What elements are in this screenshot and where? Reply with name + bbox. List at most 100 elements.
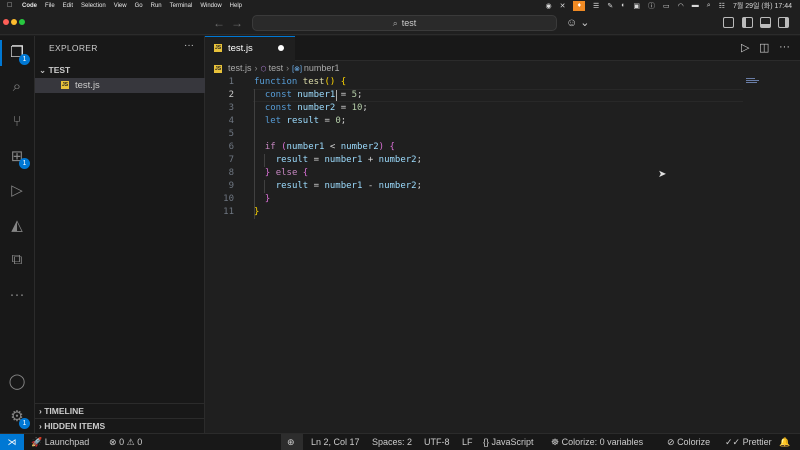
arrow-left-icon[interactable]: ← (213, 16, 225, 30)
remote-indicator-icon[interactable]: ⋊ (0, 434, 24, 450)
status-bar: ⋊ 🚀 Launchpad ⊗ 0 ⚠ 0 ⊕ Ln 2, Col 17 Spa… (0, 433, 800, 450)
minimap[interactable] (746, 78, 760, 88)
folder-row[interactable]: ⌄ TEST (35, 63, 205, 77)
reader-icon[interactable]: ☰ (593, 2, 599, 10)
prettier-item[interactable]: ✓✓ Prettier (725, 434, 772, 450)
breadcrumb-file[interactable]: test.js (228, 63, 252, 73)
menu-edit[interactable]: Edit (63, 3, 73, 9)
pen-icon[interactable]: ✎ (607, 2, 613, 10)
search-icon: ⌕ (392, 18, 398, 28)
copilot-icon[interactable]: ☺ ⌄ (566, 16, 590, 29)
title-bar: ← → ⌕ test ☺ ⌄ (0, 11, 800, 35)
apple-icon[interactable]:  (7, 2, 17, 9)
split-editor-icon[interactable]: ◫ (759, 41, 769, 54)
zoom-item[interactable]: ⊕ (281, 434, 303, 450)
hidden-items-section[interactable]: › HIDDEN ITEMS (35, 418, 205, 432)
menu-window[interactable]: Window (200, 3, 221, 9)
more-actions-icon[interactable]: ··· (184, 40, 194, 51)
extensions-icon[interactable]: ⊞ 1 (7, 147, 30, 169)
code-editor[interactable]: 1 2 3 4 5 6 7 8 9 10 11 function test() … (205, 75, 800, 433)
code-line: } (254, 207, 260, 217)
app-icon[interactable]: ◐ (621, 2, 625, 9)
launchpad-item[interactable]: 🚀 Launchpad (31, 434, 89, 450)
line-number: 2 (228, 90, 234, 100)
code-line: const number2 = 10; (264, 103, 368, 113)
menu-terminal[interactable]: Terminal (170, 3, 193, 9)
close-window-button[interactable] (3, 19, 9, 25)
toggle-panel-icon[interactable] (760, 17, 771, 28)
flame-icon[interactable]: ♦ (573, 0, 586, 11)
search-icon[interactable]: ⌕ (707, 2, 711, 10)
breadcrumb-function[interactable]: test (269, 63, 284, 73)
search-icon[interactable]: ⌕ (7, 77, 27, 97)
error-count: 0 (119, 437, 125, 447)
info-icon[interactable]: ⓘ (648, 1, 655, 11)
line-number: 8 (228, 168, 234, 178)
colorize-variables[interactable]: ☸ Colorize: 0 variables (551, 434, 643, 450)
menu-help[interactable]: Help (230, 3, 242, 9)
breadcrumb-variable[interactable]: number1 (304, 63, 340, 73)
toggle-secondary-sidebar-icon[interactable] (778, 17, 789, 28)
code-line: if (number1 < number2) { (264, 142, 395, 152)
status-record-icon[interactable]: ◉ (545, 2, 551, 10)
toggle-primary-sidebar-icon[interactable] (742, 17, 753, 28)
display-icon[interactable]: ▭ (663, 2, 670, 10)
macos-menubar:  Code File Edit Selection View Go Run T… (0, 0, 800, 11)
menu-view[interactable]: View (114, 3, 127, 9)
chevron-right-icon: › (286, 63, 290, 73)
line-number: 7 (228, 155, 234, 165)
minimize-window-button[interactable] (11, 19, 17, 25)
menubar-clock[interactable]: 7월 29일 (화) 17:44 (733, 1, 792, 11)
notifications-bell-icon[interactable]: 🔔 (779, 434, 790, 450)
file-row-test-js[interactable]: JS test.js (35, 78, 205, 93)
menu-app-code[interactable]: Code (22, 3, 37, 9)
rocket-icon: 🚀 (31, 437, 43, 447)
control-center-icon[interactable]: ☷ (719, 2, 725, 10)
settings-badge: 1 (19, 418, 30, 429)
colorize-toggle[interactable]: ⊘ Colorize (667, 434, 710, 450)
problems-item[interactable]: ⊗ 0 ⚠ 0 (109, 434, 142, 450)
clipboard-icon[interactable]: ▣ (633, 2, 640, 10)
more-icon[interactable]: ··· (7, 285, 27, 305)
more-actions-icon[interactable]: ··· (779, 41, 790, 53)
language-label: JavaScript (491, 437, 534, 447)
end-of-line[interactable]: LF (462, 434, 473, 450)
menu-file[interactable]: File (45, 3, 55, 9)
wifi-icon[interactable]: ◠ (678, 2, 684, 10)
variable-symbol-icon: [⊗] (292, 66, 302, 73)
arrow-right-icon[interactable]: → (231, 16, 243, 30)
unsaved-dot-icon[interactable] (278, 45, 284, 51)
javascript-file-icon: JS (214, 64, 222, 73)
cross-icon[interactable]: ✕ (560, 2, 566, 10)
menu-run[interactable]: Run (151, 3, 162, 9)
source-control-icon[interactable]: ⑂ (7, 112, 27, 132)
timeline-label: TIMELINE (44, 406, 84, 416)
zoom-window-button[interactable] (19, 19, 25, 25)
line-number: 5 (228, 129, 234, 139)
line-number: 11 (223, 207, 234, 217)
chevron-right-icon: › (39, 421, 42, 431)
language-mode[interactable]: {} JavaScript (483, 434, 534, 450)
encoding[interactable]: UTF-8 (424, 434, 450, 450)
settings-gear-icon[interactable]: ⚙ 1 (7, 407, 30, 429)
menu-go[interactable]: Go (135, 3, 143, 9)
run-icon[interactable]: ▷ (741, 41, 749, 54)
explorer-icon[interactable]: ❐ 1 (7, 43, 30, 65)
containers-icon[interactable]: ⧉ (7, 250, 27, 270)
menu-selection[interactable]: Selection (81, 3, 106, 9)
cursor-position[interactable]: Ln 2, Col 17 (311, 434, 360, 450)
code-line: result = number1 - number2; (275, 181, 423, 191)
run-debug-icon[interactable]: ▷ (7, 181, 27, 201)
code-line: function test() { (254, 77, 347, 87)
timeline-section[interactable]: › TIMELINE (35, 403, 205, 417)
line-number: 6 (228, 142, 234, 152)
remote-explorer-icon[interactable]: ◭ (7, 216, 27, 236)
customize-layout-icon[interactable] (723, 17, 734, 28)
text-cursor (336, 90, 337, 101)
battery-icon[interactable]: ▬ (692, 2, 699, 9)
line-number: 3 (228, 103, 234, 113)
indentation[interactable]: Spaces: 2 (372, 434, 412, 450)
account-icon[interactable]: ◯ (7, 372, 27, 392)
command-center-search[interactable]: ⌕ test (252, 15, 557, 31)
extensions-badge: 1 (19, 158, 30, 169)
